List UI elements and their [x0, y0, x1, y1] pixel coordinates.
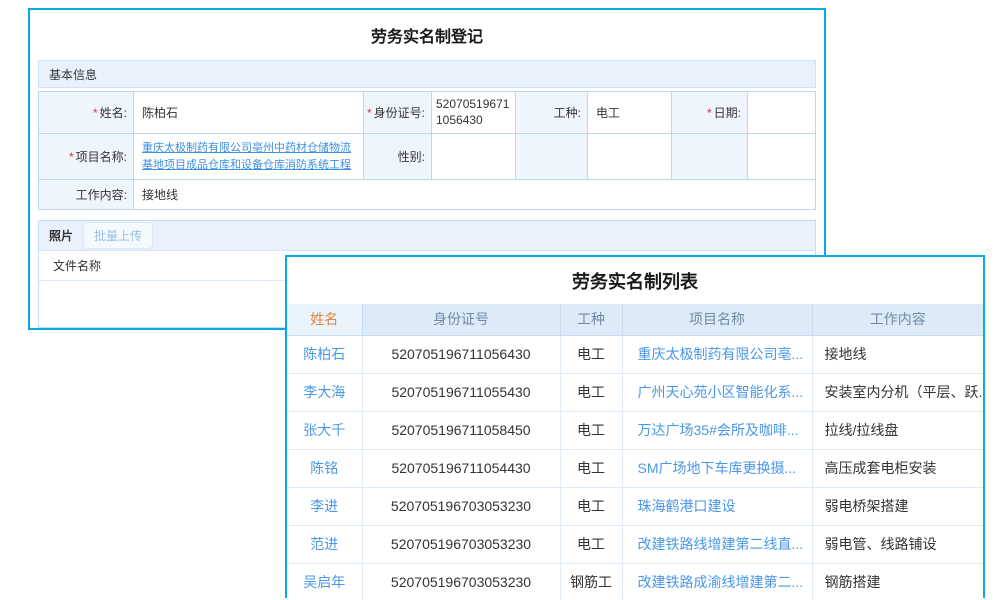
empty-label-cell — [672, 134, 748, 180]
worker-worktype-cell: 电工 — [560, 525, 622, 563]
worker-work-cell: 拉线/拉线盘 — [812, 411, 983, 449]
date-label: * 日期: — [672, 92, 748, 134]
worker-table: 姓名 身份证号 工种 项目名称 工作内容 陈柏石 520705196711056… — [287, 304, 983, 600]
empty-value-cell — [588, 134, 672, 180]
registration-form-grid: * 姓名: 陈柏石 * 身份证号: 520705196711056430 工种:… — [38, 91, 816, 210]
worker-id-cell: 520705196711058450 — [362, 411, 560, 449]
worker-id-cell: 520705196703053230 — [362, 525, 560, 563]
required-star: * — [93, 106, 98, 120]
worker-worktype-cell: 电工 — [560, 411, 622, 449]
required-star: * — [69, 150, 74, 164]
worker-work-cell: 钢筋搭建 — [812, 563, 983, 600]
batch-upload-button[interactable]: 批量上传 — [83, 222, 153, 249]
worker-id-cell: 520705196711054430 — [362, 449, 560, 487]
worker-name-link[interactable]: 张大千 — [303, 422, 345, 438]
worker-name-link[interactable]: 陈柏石 — [303, 346, 345, 362]
worker-project-link[interactable]: 改建铁路线增建第二线直... — [638, 536, 804, 552]
worker-project-link[interactable]: 万达广场35#会所及咖啡... — [638, 422, 799, 438]
worker-project-link[interactable]: 重庆太极制药有限公司亳... — [638, 346, 804, 362]
worktype-field[interactable]: 电工 — [588, 92, 672, 134]
worker-worktype-cell: 电工 — [560, 449, 622, 487]
worker-name-link[interactable]: 陈铭 — [310, 460, 338, 476]
worker-name-link[interactable]: 吴启年 — [303, 574, 345, 590]
column-header-project[interactable]: 项目名称 — [622, 304, 812, 335]
project-name-label: * 项目名称: — [39, 134, 134, 180]
worker-work-cell: 弱电桥架搭建 — [812, 487, 983, 525]
worker-worktype-cell: 电工 — [560, 373, 622, 411]
table-row: 陈铭 520705196711054430 电工 SM广场地下车库更换摄... … — [287, 449, 983, 487]
project-name-field: 重庆太极制药有限公司亳州中药材仓储物流基地项目成品仓库和设备仓库消防系统工程 — [134, 134, 364, 180]
registration-title: 劳务实名制登记 — [38, 23, 816, 47]
name-field[interactable]: 陈柏石 — [134, 92, 364, 134]
project-name-link[interactable]: 重庆太极制药有限公司亳州中药材仓储物流基地项目成品仓库和设备仓库消防系统工程 — [142, 140, 355, 173]
worker-name-link[interactable]: 李进 — [310, 498, 338, 514]
date-field[interactable] — [748, 92, 816, 134]
id-number-label: * 身份证号: — [364, 92, 432, 134]
gender-field[interactable] — [432, 134, 516, 180]
id-number-field[interactable]: 520705196711056430 — [432, 92, 516, 134]
worker-worktype-cell: 电工 — [560, 335, 622, 373]
worker-id-cell: 520705196703053230 — [362, 487, 560, 525]
table-row: 陈柏石 520705196711056430 电工 重庆太极制药有限公司亳...… — [287, 335, 983, 373]
column-header-worktype[interactable]: 工种 — [560, 304, 622, 335]
worker-work-cell: 弱电管、线路铺设 — [812, 525, 983, 563]
worker-id-cell: 520705196711056430 — [362, 335, 560, 373]
empty-label-cell — [516, 134, 588, 180]
table-row: 吴启年 520705196703053230 钢筋工 改建铁路成渝线增建第二..… — [287, 563, 983, 600]
basic-info-section-bar: 基本信息 — [38, 60, 816, 88]
name-label: * 姓名: — [39, 92, 134, 134]
list-title: 劳务实名制列表 — [287, 257, 983, 304]
worker-id-cell: 520705196711055430 — [362, 373, 560, 411]
worker-id-cell: 520705196703053230 — [362, 563, 560, 600]
table-header-row: 姓名 身份证号 工种 项目名称 工作内容 — [287, 304, 983, 335]
gender-label: 性别: — [364, 134, 432, 180]
table-row: 李进 520705196703053230 电工 珠海鹤港口建设 弱电桥架搭建 — [287, 487, 983, 525]
worker-worktype-cell: 钢筋工 — [560, 563, 622, 600]
worker-project-link[interactable]: 广州天心苑小区智能化系... — [638, 384, 804, 400]
worker-project-link[interactable]: SM广场地下车库更换摄... — [638, 460, 797, 476]
worker-work-cell: 高压成套电柜安装 — [812, 449, 983, 487]
list-panel: 劳务实名制列表 姓名 身份证号 工种 项目名称 工作内容 陈柏石 5207051… — [285, 255, 985, 598]
photo-label: 照片 — [49, 227, 73, 244]
column-header-work[interactable]: 工作内容 — [812, 304, 983, 335]
empty-value-cell — [748, 134, 816, 180]
table-row: 李大海 520705196711055430 电工 广州天心苑小区智能化系...… — [287, 373, 983, 411]
worker-work-cell: 安装室内分机（平层、跃... — [812, 373, 983, 411]
column-header-name[interactable]: 姓名 — [287, 304, 362, 335]
column-header-id[interactable]: 身份证号 — [362, 304, 560, 335]
work-content-field[interactable]: 接地线 — [134, 180, 816, 210]
required-star: * — [367, 106, 372, 120]
worker-name-link[interactable]: 范进 — [310, 536, 338, 552]
worktype-label: 工种: — [516, 92, 588, 134]
page-canvas: 劳务实名制登记 基本信息 * 姓名: 陈柏石 * 身份证号: 520705196… — [0, 0, 1000, 600]
table-row: 张大千 520705196711058450 电工 万达广场35#会所及咖啡..… — [287, 411, 983, 449]
required-star: * — [707, 106, 712, 120]
table-row: 范进 520705196703053230 电工 改建铁路线增建第二线直... … — [287, 525, 983, 563]
worker-work-cell: 接地线 — [812, 335, 983, 373]
photo-section-bar: 照片 批量上传 — [39, 221, 815, 251]
worker-project-link[interactable]: 改建铁路成渝线增建第二... — [638, 574, 804, 590]
basic-info-label: 基本信息 — [49, 66, 97, 83]
worker-project-link[interactable]: 珠海鹤港口建设 — [638, 498, 736, 514]
worker-worktype-cell: 电工 — [560, 487, 622, 525]
worker-name-link[interactable]: 李大海 — [303, 384, 345, 400]
work-content-label: 工作内容: — [39, 180, 134, 210]
